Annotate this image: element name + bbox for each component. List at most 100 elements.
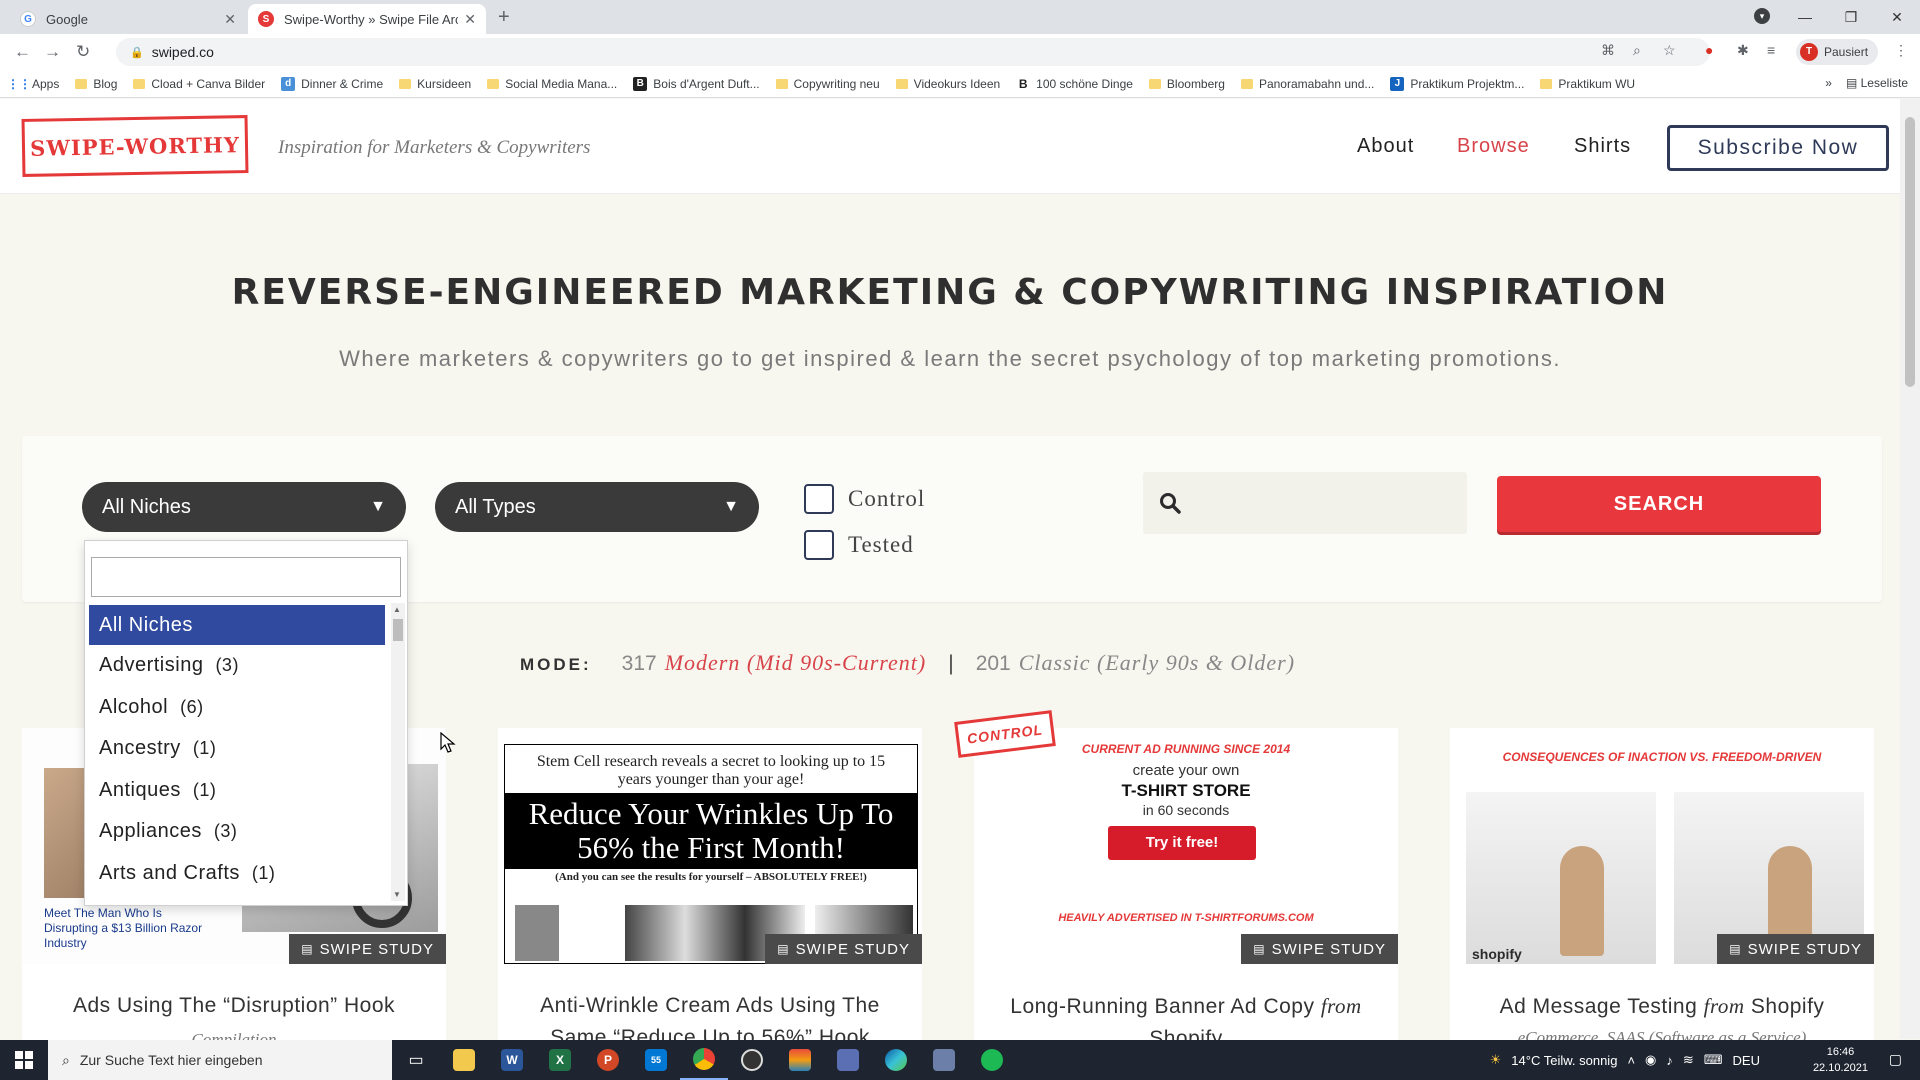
bookmark-bois-dargent[interactable]: B Bois d'Argent Duft... <box>633 76 760 91</box>
bookmark-100-dinge[interactable]: B 100 schöne Dinge <box>1016 77 1133 91</box>
card-title[interactable]: Anti-Wrinkle Cream Ads Using The Same “R… <box>498 990 922 1040</box>
scroll-down-icon[interactable]: ▼ <box>393 890 401 899</box>
taskbar-search[interactable]: ⌕ Zur Suche Text hier eingeben <box>48 1040 392 1080</box>
bookmark-star-icon[interactable]: ☆ <box>1663 42 1676 59</box>
taskbar-app-obs[interactable] <box>728 1040 776 1080</box>
control-checkbox[interactable] <box>804 484 834 514</box>
subscribe-button[interactable]: Subscribe Now <box>1667 125 1889 171</box>
bookmark-bloomberg[interactable]: Bloomberg <box>1148 77 1225 91</box>
windows-start-button[interactable] <box>0 1040 48 1080</box>
menu-dots-icon[interactable]: ⋮ <box>1894 42 1908 59</box>
nav-shirts[interactable]: Shirts <box>1574 135 1631 158</box>
keyboard-icon[interactable]: ⌨ <box>1704 1052 1723 1068</box>
forward-icon[interactable]: → <box>44 42 61 62</box>
dropdown-scrollbar[interactable]: ▲ ▼ <box>391 603 405 901</box>
niche-search-input[interactable] <box>91 557 401 597</box>
niche-option-arts-crafts[interactable]: Arts and Crafts (1) <box>89 853 385 895</box>
taskbar-mail[interactable]: 55 <box>632 1040 680 1080</box>
bookmark-apps[interactable]: ⋮⋮ Apps <box>7 77 59 91</box>
network-icon[interactable]: ◉ <box>1645 1052 1656 1068</box>
swipe-card-anti-wrinkle[interactable]: Stem Cell research reveals a secret to l… <box>498 728 922 1040</box>
language-indicator[interactable]: DEU <box>1733 1053 1760 1068</box>
card-title[interactable]: Long-Running Banner Ad Copy from Shopify <box>974 990 1398 1040</box>
bookmark-blog[interactable]: Blog <box>75 77 117 91</box>
weather-text[interactable]: 14°C Teilw. sonnig <box>1511 1053 1617 1068</box>
bookmark-videokurs[interactable]: Videokurs Ideen <box>895 77 1000 91</box>
taskbar-explorer[interactable] <box>440 1040 488 1080</box>
bookmark-panoramabahn[interactable]: Panoramabahn und... <box>1240 77 1374 91</box>
taskbar-spotify[interactable] <box>968 1040 1016 1080</box>
tested-checkbox-row[interactable]: Tested <box>804 530 914 560</box>
card-thumbnail[interactable]: Stem Cell research reveals a secret to l… <box>498 728 922 964</box>
nav-browse[interactable]: Browse <box>1457 135 1530 158</box>
bookmark-kursideen[interactable]: Kursideen <box>399 77 471 91</box>
zoom-icon[interactable]: ⌕ <box>1633 42 1641 59</box>
bookmark-copywriting[interactable]: Copywriting neu <box>775 77 880 91</box>
nav-about[interactable]: About <box>1357 135 1414 158</box>
bookmark-praktikum-wu[interactable]: Praktikum WU <box>1540 77 1635 91</box>
more-bookmarks-icon[interactable]: » <box>1825 76 1832 90</box>
mode-modern-link[interactable]: Modern (Mid 90s-Current) <box>665 650 927 676</box>
scrollbar-thumb[interactable] <box>393 619 403 641</box>
wifi-icon[interactable]: ≋ <box>1683 1052 1694 1068</box>
tab-google[interactable]: G Google ✕ <box>10 4 246 34</box>
tab-swipe-worthy[interactable]: S Swipe-Worthy » Swipe File Archi ✕ <box>248 4 486 34</box>
card-thumbnail[interactable]: CURRENT AD RUNNING SINCE 2014 create you… <box>974 728 1398 964</box>
site-logo[interactable]: SWIPE-WORTHY <box>21 115 249 177</box>
card-title[interactable]: Ad Message Testing from Shopify <box>1450 990 1874 1023</box>
restore-icon[interactable]: ❐ <box>1828 4 1874 30</box>
taskbar-word[interactable]: W <box>488 1040 536 1080</box>
address-bar[interactable]: 🔒 swiped.co <box>116 38 1710 66</box>
reading-mode-icon[interactable]: ≡ <box>1767 42 1775 58</box>
taskbar-edge[interactable] <box>872 1040 920 1080</box>
reload-icon[interactable]: ↻ <box>76 42 90 62</box>
tested-checkbox[interactable] <box>804 530 834 560</box>
niche-option-alcohol[interactable]: Alcohol (6) <box>89 687 385 729</box>
niche-select[interactable]: All Niches ▼ <box>82 482 406 532</box>
bookmark-cload[interactable]: Cload + Canva Bilder <box>133 77 265 91</box>
tab-search-icon[interactable]: ▾ <box>1754 8 1770 24</box>
card-thumbnail[interactable]: CONSEQUENCES OF INACTION VS. FREEDOM-DRI… <box>1450 728 1874 964</box>
card-title[interactable]: Ads Using The “Disruption” Hook <box>22 990 446 1022</box>
swipe-card-banner-shopify[interactable]: CURRENT AD RUNNING SINCE 2014 create you… <box>974 728 1398 1040</box>
window-close-icon[interactable]: ✕ <box>1874 4 1920 30</box>
close-icon[interactable]: ✕ <box>224 11 236 28</box>
type-select[interactable]: All Types ▼ <box>435 482 759 532</box>
bookmark-dinner-crime[interactable]: d Dinner & Crime <box>281 76 383 91</box>
niche-option-ancestry[interactable]: Ancestry (1) <box>89 728 385 770</box>
control-checkbox-row[interactable]: Control <box>804 484 925 514</box>
volume-icon[interactable]: ♪ <box>1666 1053 1673 1068</box>
reading-list[interactable]: ▤ Leseliste <box>1846 76 1908 90</box>
close-icon[interactable]: ✕ <box>464 11 476 28</box>
niche-option-appliances[interactable]: Appliances (3) <box>89 811 385 853</box>
bookmark-praktikum-projekt[interactable]: J Praktikum Projektm... <box>1390 76 1524 91</box>
profile-button[interactable]: T Pausiert <box>1796 39 1879 65</box>
page-scrollbar[interactable] <box>1900 99 1920 1039</box>
taskbar-app-8[interactable] <box>776 1040 824 1080</box>
taskbar-clock[interactable]: 16:46 22.10.2021 <box>1813 1044 1868 1076</box>
niche-option-advertising[interactable]: Advertising (3) <box>89 645 385 687</box>
task-view-button[interactable]: ▭ <box>392 1040 440 1080</box>
back-icon[interactable]: ← <box>14 42 31 62</box>
bookmark-social-media[interactable]: Social Media Mana... <box>487 77 617 91</box>
minimize-icon[interactable]: — <box>1782 4 1828 30</box>
extension-adblock-icon[interactable]: ● <box>1705 42 1713 58</box>
new-tab-icon[interactable]: + <box>498 6 510 29</box>
mode-classic-link[interactable]: Classic (Early 90s & Older) <box>1019 650 1295 676</box>
taskbar-powerpoint[interactable]: P <box>584 1040 632 1080</box>
taskbar-excel[interactable]: X <box>536 1040 584 1080</box>
taskbar-app-11[interactable] <box>920 1040 968 1080</box>
notifications-icon[interactable]: ▢ <box>1889 1051 1902 1068</box>
chevron-up-icon[interactable]: ˄ <box>1627 1053 1635 1068</box>
niche-option-all[interactable]: All Niches <box>89 605 385 645</box>
niche-option-antiques[interactable]: Antiques (1) <box>89 770 385 812</box>
scroll-up-icon[interactable]: ▲ <box>393 605 401 614</box>
extensions-icon[interactable]: ✱ <box>1737 42 1749 59</box>
scrollbar-thumb[interactable] <box>1905 117 1915 387</box>
swipe-card-ad-testing[interactable]: CONSEQUENCES OF INACTION VS. FREEDOM-DRI… <box>1450 728 1874 1040</box>
search-button[interactable]: SEARCH <box>1497 476 1821 532</box>
taskbar-chrome[interactable] <box>680 1040 728 1080</box>
translate-icon[interactable]: ⌘ <box>1601 42 1615 59</box>
search-input[interactable] <box>1143 472 1467 534</box>
taskbar-app-9[interactable] <box>824 1040 872 1080</box>
